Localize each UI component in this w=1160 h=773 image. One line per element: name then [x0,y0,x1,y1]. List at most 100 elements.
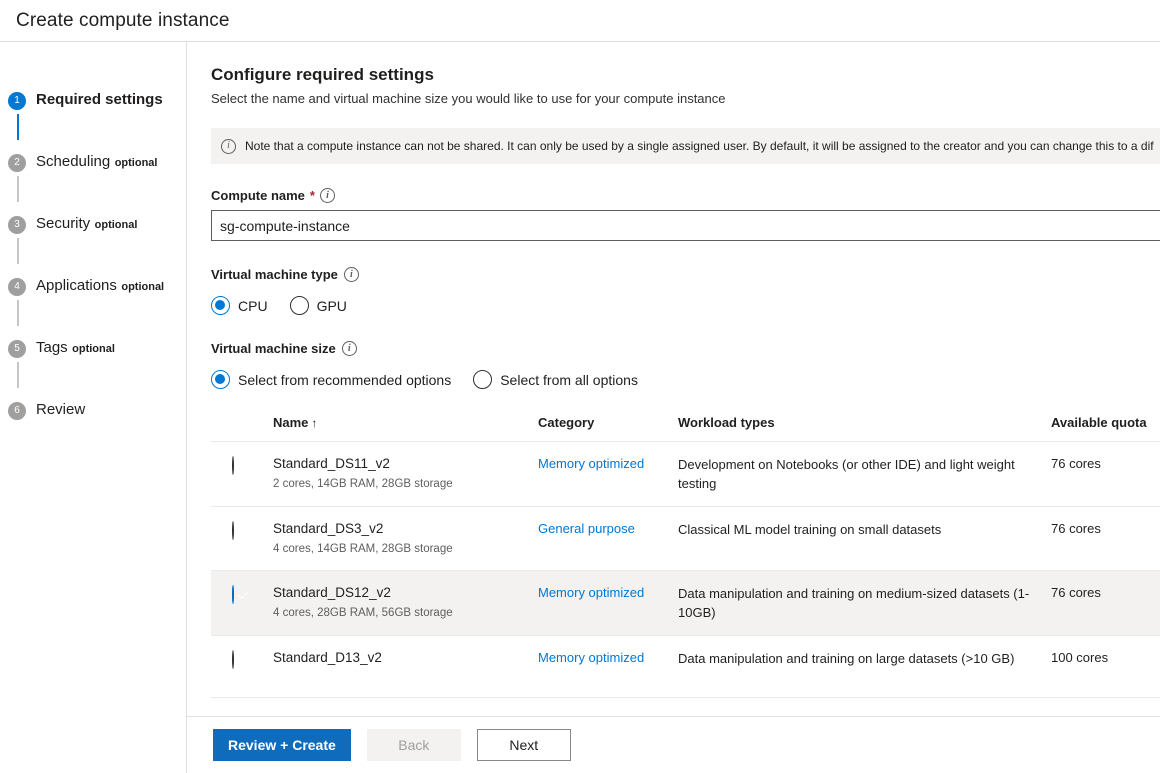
row-select-cell[interactable] [211,584,273,604]
review-create-button[interactable]: Review + Create [213,729,351,761]
step-number-badge: 2 [8,154,26,172]
info-icon: i [221,139,236,154]
header-select-column [211,415,273,430]
vm-size-radio-group: Select from recommended options Select f… [211,370,1160,389]
step-optional-label: optional [72,343,115,355]
vm-specs: 2 cores, 14GB RAM, 28GB storage [273,476,538,492]
page-body: 1 Required settings 2 Scheduling optiona… [0,42,1160,773]
step-optional-label: optional [115,157,158,169]
section-subheading: Select the name and virtual machine size… [211,90,1160,108]
wizard-step-applications[interactable]: 4 Applications optional [0,276,186,338]
vm-category-link[interactable]: Memory optimized [538,650,644,665]
vm-quota: 76 cores [1051,520,1160,538]
step-connector-line [17,238,19,264]
step-optional-label: optional [121,281,164,293]
step-number-badge: 5 [8,340,26,358]
sort-ascending-icon: ↑ [311,416,317,430]
required-asterisk: * [310,188,315,203]
table-row[interactable]: Standard_DS3_v2 4 cores, 14GB RAM, 28GB … [211,507,1160,571]
wizard-step-scheduling[interactable]: 2 Scheduling optional [0,152,186,214]
vm-type-label: Virtual machine type [211,267,338,282]
radio-indicator [211,296,230,315]
info-banner: i Note that a compute instance can not b… [211,128,1160,164]
vm-type-label-row: Virtual machine type i [211,267,1160,282]
wizard-step-rail: 1 Required settings 2 Scheduling optiona… [0,42,187,773]
step-number-badge: 1 [8,92,26,110]
next-button[interactable]: Next [477,729,571,761]
row-select-cell[interactable] [211,520,273,540]
wizard-step-review[interactable]: 6 Review [0,400,186,462]
vm-workload: Data manipulation and training on large … [678,649,1051,668]
row-radio-button[interactable] [232,456,234,475]
info-icon[interactable]: i [320,188,335,203]
vm-workload: Data manipulation and training on medium… [678,584,1051,622]
row-radio-button[interactable] [232,650,234,669]
vm-quota: 76 cores [1051,584,1160,602]
step-number-badge: 3 [8,216,26,234]
wizard-step-required-settings[interactable]: 1 Required settings [0,90,186,152]
section-heading: Configure required settings [211,64,1160,86]
vm-type-option-gpu[interactable]: GPU [290,296,347,315]
step-optional-label: optional [95,219,138,231]
row-radio-button[interactable] [232,521,234,540]
vm-size-option-all[interactable]: Select from all options [473,370,638,389]
column-header-name[interactable]: Name↑ [273,415,538,430]
page-title: Create compute instance [16,10,230,32]
step-connector-line [17,114,19,140]
vm-table-header-row: Name↑ Category Workload types Available … [211,415,1160,442]
info-icon[interactable]: i [342,341,357,356]
table-row[interactable]: Standard_D13_v2 Memory optimized Data ma… [211,636,1160,698]
step-connector-line [17,362,19,388]
vm-size-option-recommended[interactable]: Select from recommended options [211,370,451,389]
column-header-workload[interactable]: Workload types [678,415,1051,430]
vm-size-table: Name↑ Category Workload types Available … [211,415,1160,698]
vm-category-link[interactable]: Memory optimized [538,456,644,471]
vm-name: Standard_D13_v2 [273,649,538,667]
radio-indicator [473,370,492,389]
vm-quota: 76 cores [1051,455,1160,473]
column-header-category[interactable]: Category [538,415,678,430]
radio-indicator [211,370,230,389]
vm-size-option-label: Select from recommended options [238,371,451,389]
row-select-cell[interactable] [211,649,273,669]
step-label: Review [36,401,85,418]
vm-type-radio-group: CPU GPU [211,296,1160,315]
info-icon[interactable]: i [344,267,359,282]
table-row[interactable]: Standard_DS12_v2 4 cores, 28GB RAM, 56GB… [211,571,1160,636]
step-number-badge: 4 [8,278,26,296]
step-label: Applications [36,277,117,294]
info-banner-text: Note that a compute instance can not be … [245,138,1154,154]
wizard-step-security[interactable]: 3 Security optional [0,214,186,276]
step-label: Tags [36,339,68,356]
vm-type-option-cpu[interactable]: CPU [211,296,268,315]
table-row[interactable]: Standard_DS11_v2 2 cores, 14GB RAM, 28GB… [211,442,1160,507]
back-button: Back [367,729,461,761]
vm-category-link[interactable]: Memory optimized [538,585,644,600]
column-header-quota[interactable]: Available quota [1051,415,1160,430]
vm-name: Standard_DS12_v2 [273,584,538,602]
compute-name-input[interactable] [211,210,1160,241]
vm-workload: Classical ML model training on small dat… [678,520,1051,539]
step-label: Required settings [36,91,163,108]
row-radio-button[interactable] [232,585,234,604]
step-number-badge: 6 [8,402,26,420]
column-header-name-label: Name [273,415,308,430]
vm-type-option-label: GPU [317,297,347,315]
vm-specs: 4 cores, 28GB RAM, 56GB storage [273,605,538,621]
vm-size-label: Virtual machine size [211,341,336,356]
vm-size-label-row: Virtual machine size i [211,341,1160,356]
content-scroll-region: Configure required settings Select the n… [211,42,1160,716]
step-label: Security [36,215,90,232]
step-label: Scheduling [36,153,110,170]
radio-indicator [290,296,309,315]
window-titlebar: Create compute instance [0,0,1160,42]
row-select-cell[interactable] [211,455,273,475]
main-content-pane: Configure required settings Select the n… [187,42,1160,773]
wizard-step-tags[interactable]: 5 Tags optional [0,338,186,400]
vm-size-option-label: Select from all options [500,371,638,389]
vm-type-option-label: CPU [238,297,268,315]
compute-name-label: Compute name [211,188,305,203]
vm-workload: Development on Notebooks (or other IDE) … [678,455,1051,493]
vm-category-link[interactable]: General purpose [538,521,635,536]
step-connector-line [17,176,19,202]
